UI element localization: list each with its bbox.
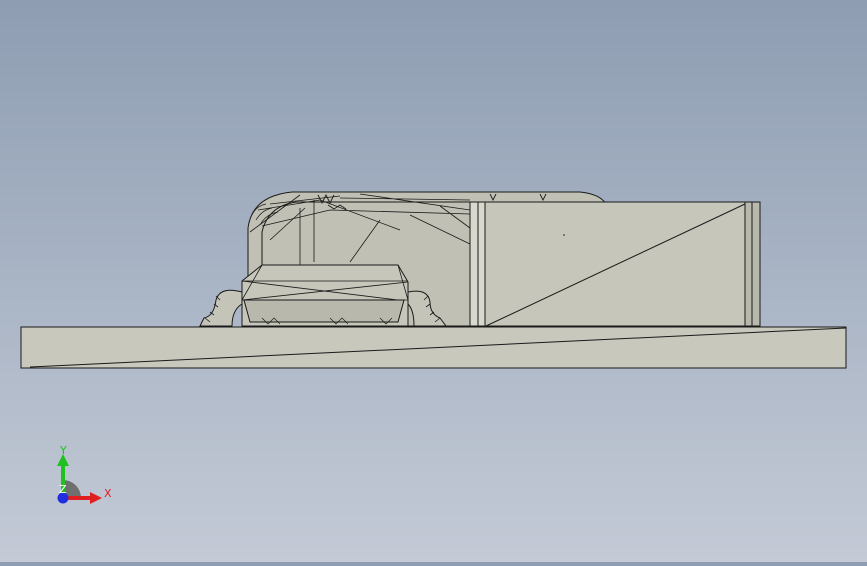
rectangular-block[interactable]	[469, 201, 761, 327]
x-axis-arrowhead-icon	[90, 492, 102, 504]
cad-viewport[interactable]: Y X Z	[0, 0, 867, 562]
assembly[interactable]	[20, 191, 847, 369]
y-axis-label: Y	[59, 444, 67, 457]
model-view[interactable]	[0, 0, 867, 562]
z-axis-label: Z	[59, 483, 67, 496]
x-axis-label: X	[104, 487, 112, 500]
orientation-triad: Y X Z	[57, 444, 112, 504]
base-plate[interactable]	[20, 326, 847, 369]
